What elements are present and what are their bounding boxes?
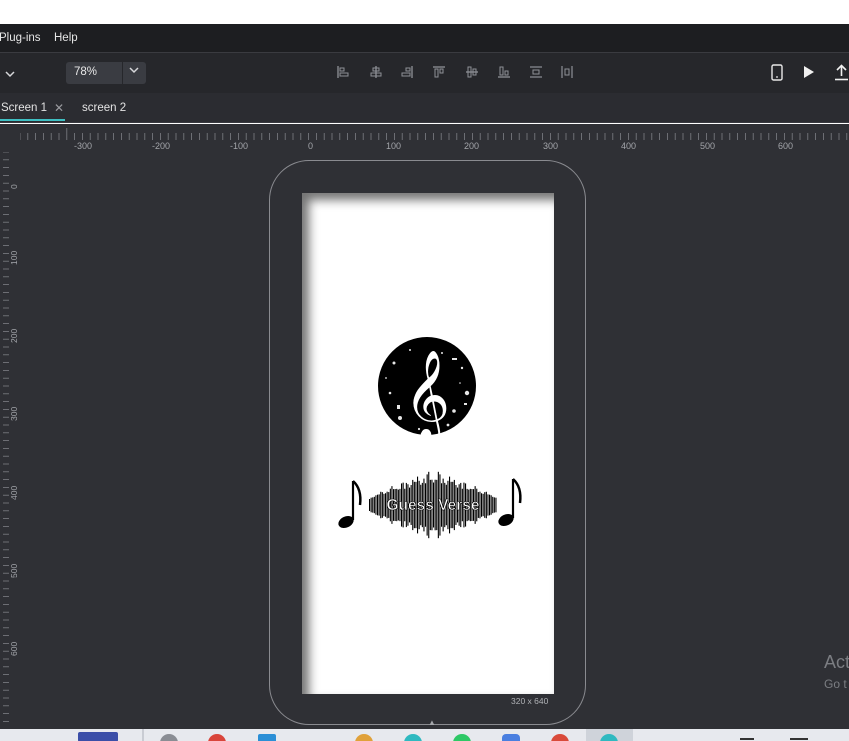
ruler-label: 200 <box>464 141 480 151</box>
wave-bar <box>487 494 489 516</box>
zoom-select[interactable]: 78% <box>66 62 146 84</box>
taskbar-divider <box>142 729 144 741</box>
wave-bar <box>369 499 371 511</box>
logo-title: Guess Verse <box>386 497 479 514</box>
app-icon[interactable] <box>160 734 178 741</box>
ruler-label: 0 <box>308 141 314 151</box>
activation-watermark-subtitle: Go t <box>824 677 847 691</box>
ruler-label: 600 <box>778 141 794 151</box>
music-note-icon <box>338 480 362 529</box>
export-icon[interactable] <box>834 64 849 84</box>
wave-bar <box>479 491 481 519</box>
wave-bar <box>372 497 374 513</box>
music-note-icon <box>498 478 522 527</box>
ruler-label: 100 <box>9 250 19 265</box>
wave-bar <box>373 496 375 514</box>
os-taskbar <box>0 729 849 741</box>
tab-screen-1[interactable]: Screen 1 <box>1 102 47 114</box>
triangle-up-icon[interactable]: ▲ <box>428 718 436 727</box>
align-center-v-icon[interactable] <box>465 65 479 79</box>
ruler-label: -300 <box>74 141 93 151</box>
wave-bar <box>492 496 494 514</box>
tab-screen-2[interactable]: screen 2 <box>82 102 126 114</box>
artboard-size-label: 320 x 640 <box>511 696 549 706</box>
ruler-label: -200 <box>152 141 171 151</box>
wave-bar <box>383 493 385 517</box>
menu-help[interactable]: Help <box>54 32 78 44</box>
app-icon[interactable] <box>502 734 520 741</box>
ruler-label: 500 <box>700 141 716 151</box>
screen-tabs <box>0 93 849 123</box>
app-icon[interactable] <box>208 734 226 741</box>
ruler-label: 300 <box>543 141 559 151</box>
guess-verse-logo[interactable]: 𝄞 Guess Verse <box>302 193 554 694</box>
tray-icon[interactable] <box>790 738 808 740</box>
zoom-value: 78% <box>74 66 98 78</box>
zoom-divider <box>122 62 123 84</box>
activation-watermark-title: Act <box>824 652 849 672</box>
tray-icon[interactable] <box>740 738 754 740</box>
wave-bar <box>370 497 372 513</box>
wave-bar <box>493 497 495 513</box>
align-bottom-icon[interactable] <box>497 65 511 79</box>
app-icon[interactable] <box>551 734 569 741</box>
align-top-icon[interactable] <box>432 65 446 79</box>
align-right-icon[interactable] <box>400 65 414 79</box>
ruler-label: 200 <box>9 328 19 343</box>
ruler-label: 500 <box>9 563 19 578</box>
app-icon[interactable] <box>355 734 373 741</box>
wave-bar <box>485 491 487 519</box>
ruler-label: 100 <box>386 141 402 151</box>
menu-plugins[interactable]: Plug-ins <box>0 32 41 44</box>
horizontal-ruler <box>20 124 849 152</box>
app-icon[interactable] <box>404 734 422 741</box>
app-icon[interactable] <box>258 734 276 741</box>
align-center-h-icon[interactable] <box>369 65 383 79</box>
play-icon[interactable] <box>803 65 815 82</box>
wave-bar <box>489 494 491 516</box>
phone-preview-icon[interactable] <box>771 64 783 84</box>
wave-bar <box>377 494 379 516</box>
wave-bar <box>381 492 383 518</box>
distribute-h-icon[interactable] <box>560 65 574 79</box>
align-left-icon[interactable] <box>336 65 350 79</box>
ruler-label: 400 <box>621 141 637 151</box>
app-icon[interactable] <box>453 734 471 741</box>
ruler-label: 300 <box>9 406 19 421</box>
artboard-screen-1[interactable]: 𝄞 Guess Verse <box>302 193 554 694</box>
wave-bar <box>482 493 484 517</box>
wave-bar <box>375 495 377 515</box>
distribute-v-icon[interactable] <box>529 65 543 79</box>
wave-bar <box>484 492 486 518</box>
ruler-label: 600 <box>9 641 19 656</box>
menu-bar: Plug-ins Help <box>0 24 849 52</box>
wave-bar <box>490 495 492 515</box>
align-toolbar <box>336 65 576 81</box>
app-icon[interactable] <box>78 732 118 741</box>
wave-bar <box>481 493 483 517</box>
wave-bar <box>378 494 380 516</box>
close-icon[interactable]: ✕ <box>54 101 64 115</box>
wave-bar <box>380 491 382 519</box>
ruler-label: 400 <box>9 485 19 500</box>
treble-clef-icon: 𝄞 <box>404 350 450 444</box>
wave-bar <box>495 497 497 513</box>
chevron-down-icon[interactable] <box>129 65 139 77</box>
ruler-label: 0 <box>9 184 19 189</box>
chevron-down-icon[interactable] <box>5 67 15 81</box>
active-tab-indicator <box>0 119 65 121</box>
ruler-label: -100 <box>230 141 249 151</box>
